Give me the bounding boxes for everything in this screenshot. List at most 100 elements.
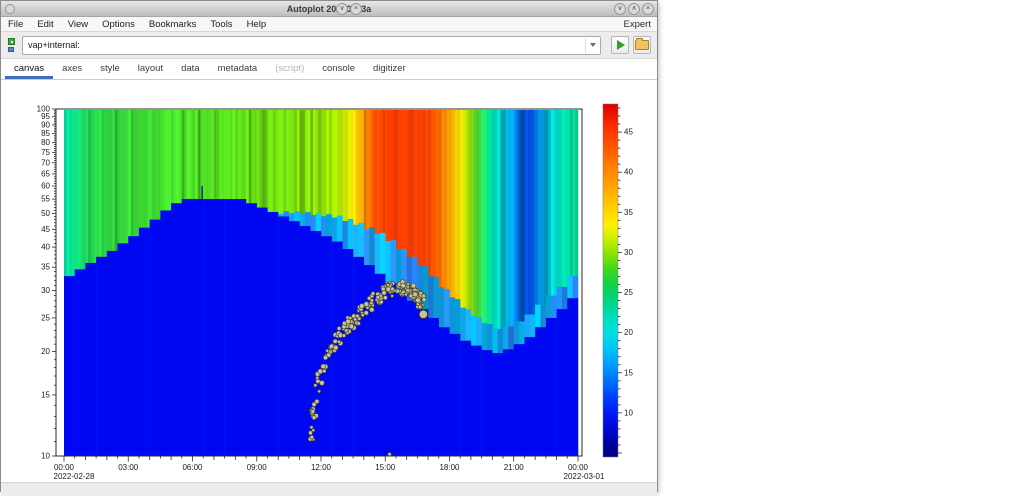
svg-text:50: 50 bbox=[41, 209, 50, 218]
digitizer-point bbox=[409, 289, 412, 292]
chevron-down-icon[interactable] bbox=[590, 43, 596, 47]
svg-text:09:00: 09:00 bbox=[247, 463, 268, 472]
svg-text:35: 35 bbox=[41, 263, 50, 272]
svg-text:75: 75 bbox=[41, 148, 50, 157]
digitizer-point bbox=[318, 369, 323, 374]
menu-options[interactable]: Options bbox=[95, 18, 142, 31]
tab-axes[interactable]: axes bbox=[53, 59, 91, 79]
maximize-button[interactable]: ∧ bbox=[628, 3, 640, 15]
play-icon bbox=[617, 40, 625, 50]
digitizer-point bbox=[346, 319, 351, 324]
spectrogram-plot: 1015202530354045505560657075808590951000… bbox=[1, 80, 657, 482]
digitizer-point bbox=[376, 295, 380, 299]
digitizer-point bbox=[318, 390, 321, 393]
svg-text:06:00: 06:00 bbox=[182, 463, 203, 472]
svg-text:2022-02-28: 2022-02-28 bbox=[54, 472, 95, 481]
x-axis: 00:0003:0006:0009:0012:0015:0018:0021:00… bbox=[54, 456, 605, 481]
digitizer-point bbox=[326, 349, 329, 352]
tab-canvas[interactable]: canvas bbox=[5, 59, 53, 79]
svg-text:10: 10 bbox=[41, 452, 50, 461]
uri-combobox[interactable]: vap+internal: bbox=[22, 36, 601, 55]
digitizer-point bbox=[422, 298, 426, 302]
digitizer-point bbox=[387, 283, 390, 286]
menu-file[interactable]: File bbox=[1, 18, 30, 31]
collapse-button[interactable]: ∨ bbox=[336, 3, 348, 15]
window-menu-icon[interactable] bbox=[5, 4, 15, 14]
svg-text:80: 80 bbox=[41, 138, 50, 147]
minimize-button[interactable]: ∨ bbox=[614, 3, 626, 15]
digitizer-point bbox=[371, 292, 375, 296]
svg-text:45: 45 bbox=[41, 225, 50, 234]
svg-text:2022-03-01: 2022-03-01 bbox=[564, 472, 605, 481]
tab-layout[interactable]: layout bbox=[129, 59, 172, 79]
digitizer-point bbox=[329, 344, 333, 348]
digitizer-point bbox=[407, 285, 410, 288]
go-button[interactable] bbox=[611, 36, 629, 54]
svg-text:60: 60 bbox=[41, 181, 50, 190]
svg-text:15: 15 bbox=[624, 368, 633, 377]
digitizer-point bbox=[312, 402, 316, 406]
expert-mode-label[interactable]: Expert bbox=[624, 19, 657, 30]
autoplot-tabbar: canvasaxesstylelayoutdatametadata(script… bbox=[1, 59, 657, 80]
digitizer-point bbox=[402, 290, 406, 294]
open-file-button[interactable] bbox=[633, 36, 651, 54]
svg-text:70: 70 bbox=[41, 158, 50, 167]
digitizer-point bbox=[411, 283, 416, 288]
svg-text:100: 100 bbox=[37, 105, 51, 114]
svg-text:25: 25 bbox=[41, 313, 50, 322]
svg-text:00:00: 00:00 bbox=[54, 463, 75, 472]
digitizer-point bbox=[353, 318, 356, 321]
svg-text:35: 35 bbox=[624, 208, 633, 217]
digitizer-point bbox=[342, 334, 346, 338]
uri-value: vap+internal: bbox=[28, 40, 80, 50]
digitizer-point bbox=[337, 340, 340, 343]
autoplot-bottom-strip bbox=[1, 482, 657, 496]
digitizer-point bbox=[383, 296, 387, 300]
digitizer-point bbox=[364, 311, 369, 316]
digitizer-point bbox=[357, 321, 361, 325]
digitizer-point bbox=[323, 356, 327, 360]
svg-text:21:00: 21:00 bbox=[504, 463, 525, 472]
svg-text:20: 20 bbox=[624, 328, 633, 337]
svg-text:90: 90 bbox=[41, 120, 50, 129]
digitizer-point bbox=[346, 332, 349, 335]
autoplot-titlebar[interactable]: Autoplot 20260223a ∨ ∧ × bbox=[1, 1, 657, 17]
svg-text:30: 30 bbox=[624, 248, 633, 257]
menu-bookmarks[interactable]: Bookmarks bbox=[142, 18, 204, 31]
svg-text:00:00: 00:00 bbox=[568, 463, 589, 472]
tab-data[interactable]: data bbox=[172, 59, 209, 79]
svg-text:40: 40 bbox=[41, 243, 50, 252]
digitizer-point bbox=[337, 326, 341, 330]
datasource-type-icon[interactable] bbox=[7, 38, 16, 52]
close-button[interactable]: × bbox=[350, 3, 362, 15]
svg-text:65: 65 bbox=[41, 169, 50, 178]
plot-canvas[interactable]: 1015202530354045505560657075808590951000… bbox=[1, 80, 657, 482]
menu-tools[interactable]: Tools bbox=[203, 18, 239, 31]
tab-console[interactable]: console bbox=[313, 59, 364, 79]
digitizer-point bbox=[391, 294, 394, 297]
menubar: File Edit View Options Bookmarks Tools H… bbox=[1, 17, 657, 32]
digitizer-point bbox=[356, 314, 360, 318]
menu-edit[interactable]: Edit bbox=[30, 18, 60, 31]
svg-text:55: 55 bbox=[41, 195, 50, 204]
digitizer-point bbox=[416, 298, 421, 303]
menu-view[interactable]: View bbox=[61, 18, 95, 31]
digitizer-point bbox=[310, 435, 314, 439]
svg-text:85: 85 bbox=[41, 129, 50, 138]
svg-text:12:00: 12:00 bbox=[311, 463, 332, 472]
close-button[interactable]: × bbox=[642, 3, 654, 15]
digitizer-point bbox=[308, 431, 312, 435]
tab-metadata[interactable]: metadata bbox=[209, 59, 267, 79]
svg-text:10: 10 bbox=[624, 408, 633, 417]
digitizer-point bbox=[312, 416, 316, 420]
tab-digitizer[interactable]: digitizer bbox=[364, 59, 415, 79]
tab-script[interactable]: (script) bbox=[266, 59, 313, 79]
digitizer-point bbox=[418, 305, 422, 309]
menu-help[interactable]: Help bbox=[240, 18, 274, 31]
digitizer-point bbox=[333, 339, 337, 343]
autoplot-title: Autoplot 20260223a bbox=[1, 4, 657, 14]
tab-style[interactable]: style bbox=[91, 59, 129, 79]
colorbar: 1015202530354045 bbox=[603, 104, 633, 457]
svg-text:25: 25 bbox=[624, 288, 633, 297]
digitizer-point bbox=[388, 452, 392, 456]
